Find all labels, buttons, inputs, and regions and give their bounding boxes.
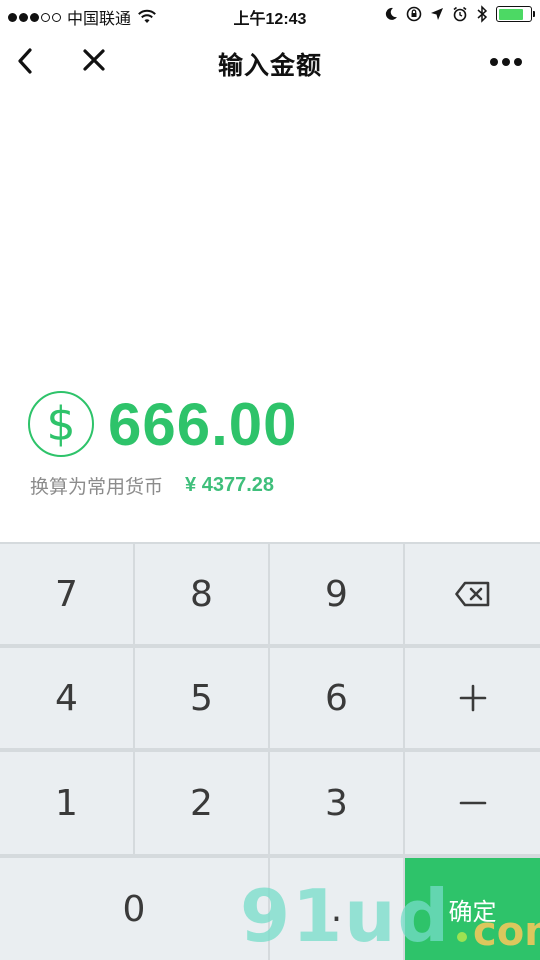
key-5[interactable]: 5	[135, 648, 268, 748]
amount-value: 666.00	[108, 390, 298, 458]
back-button[interactable]	[10, 42, 42, 80]
key-2[interactable]: 2	[135, 752, 268, 854]
bluetooth-icon	[477, 5, 488, 23]
nav-bar: 输入金额	[0, 32, 540, 90]
conversion-label: 换算为常用货币	[30, 477, 164, 498]
battery-icon	[496, 6, 535, 22]
back-chevron-icon	[18, 48, 32, 74]
confirm-button[interactable]: 确定	[405, 858, 540, 960]
status-bar: 中国联通 上午12:43	[0, 0, 540, 30]
key-decimal[interactable]: .	[270, 858, 403, 960]
moon-icon	[385, 7, 397, 20]
key-4[interactable]: 4	[0, 648, 133, 748]
close-icon	[83, 49, 105, 71]
key-1[interactable]: 1	[0, 752, 133, 854]
conversion-value: ¥ 4377.28	[185, 474, 274, 496]
key-6[interactable]: 6	[270, 648, 403, 748]
more-button[interactable]	[486, 50, 526, 74]
keypad: 7 8 9 4 5 6 1 2 3 0 . 确定	[0, 542, 540, 960]
key-7[interactable]: 7	[0, 544, 133, 644]
minus-icon	[459, 801, 486, 805]
rotation-lock-icon	[406, 6, 422, 22]
alarm-icon	[453, 6, 467, 22]
key-3[interactable]: 3	[270, 752, 403, 854]
battery-level-fill	[498, 8, 524, 20]
key-8[interactable]: 8	[135, 544, 268, 644]
dollar-icon: $	[28, 391, 94, 457]
conversion-row: 换算为常用货币 ¥ 4377.28	[30, 472, 274, 499]
status-right	[384, 5, 535, 23]
amount-display: $ 666.00	[28, 390, 298, 458]
key-0[interactable]: 0	[0, 858, 268, 960]
close-button[interactable]	[78, 42, 110, 80]
key-9[interactable]: 9	[270, 544, 403, 644]
minus-key[interactable]	[405, 752, 540, 854]
plus-key[interactable]	[405, 648, 540, 748]
backspace-icon	[454, 581, 489, 607]
backspace-key[interactable]	[405, 544, 540, 644]
more-icon	[490, 58, 498, 66]
location-icon	[431, 8, 443, 20]
plus-icon	[459, 684, 486, 712]
